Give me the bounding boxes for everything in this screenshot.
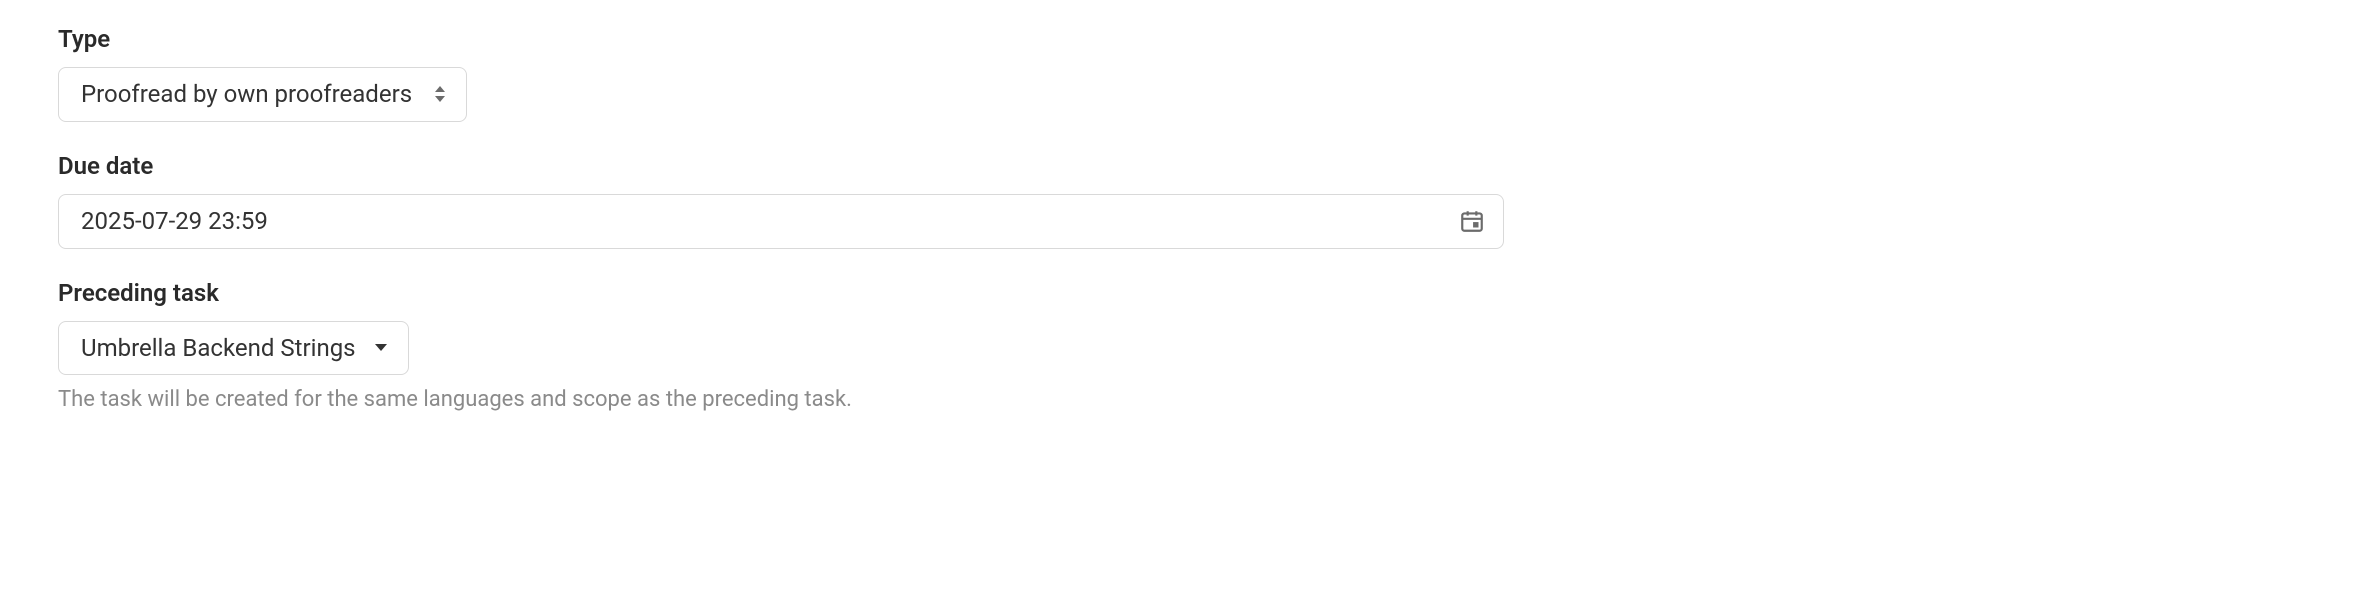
due-date-value: 2025-07-29 23:59 [81,207,1459,236]
type-select-value: Proofread by own proofreaders [81,80,412,109]
due-date-input[interactable]: 2025-07-29 23:59 [58,194,1504,249]
type-field: Type Proofread by own proofreaders [58,25,2314,122]
due-date-field: Due date 2025-07-29 23:59 [58,152,2314,249]
chevron-down-icon [374,343,388,353]
preceding-task-select-value: Umbrella Backend Strings [81,334,356,363]
calendar-icon [1459,208,1485,234]
preceding-task-field: Preceding task Umbrella Backend Strings … [58,279,2314,413]
due-date-label: Due date [58,152,2314,180]
task-form: Type Proofread by own proofreaders Due d… [0,0,2372,432]
preceding-task-helper: The task will be created for the same la… [58,387,2314,412]
select-sort-icon [434,85,446,103]
preceding-task-select[interactable]: Umbrella Backend Strings [58,321,409,376]
type-select[interactable]: Proofread by own proofreaders [58,67,467,122]
type-label: Type [58,25,2314,53]
preceding-task-label: Preceding task [58,279,2314,307]
